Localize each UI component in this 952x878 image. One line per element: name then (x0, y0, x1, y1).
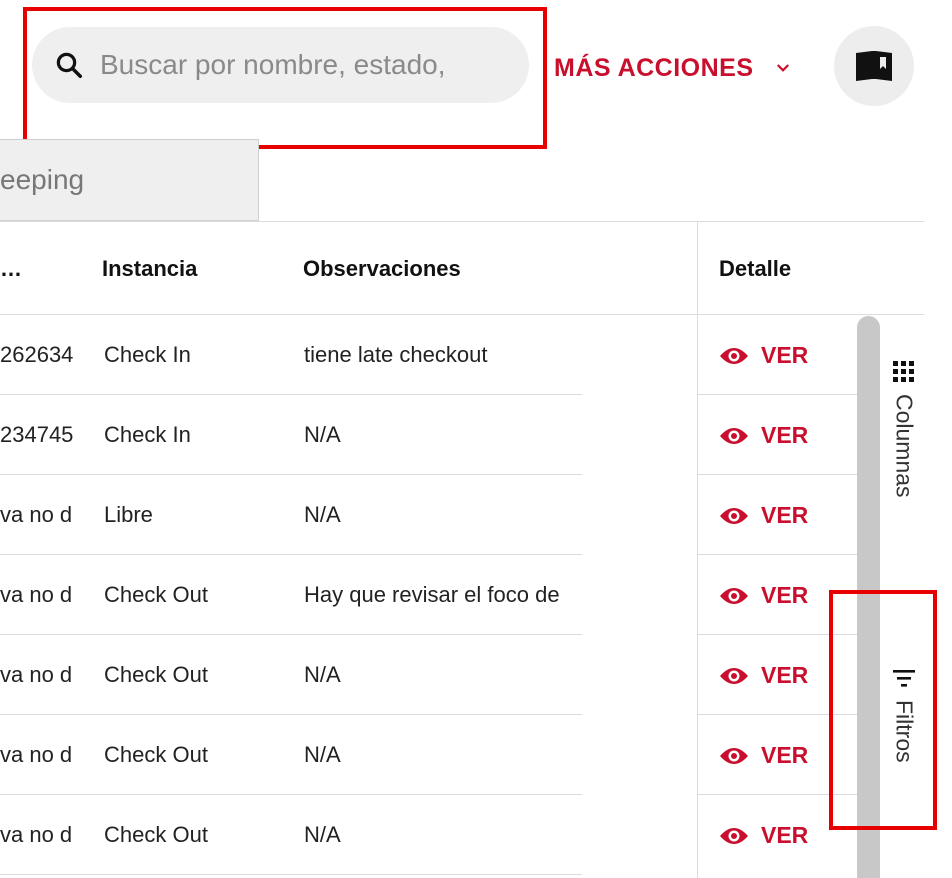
cell-instancia: Check Out (104, 662, 208, 687)
cell-col1: 234745 (0, 422, 74, 447)
row-divider (0, 634, 582, 635)
row-divider (0, 554, 582, 555)
view-detail-label: VER (761, 822, 809, 848)
row-divider (0, 714, 582, 715)
row-divider (697, 554, 857, 555)
cell-instancia: Check In (104, 342, 191, 367)
cell-instancia: Check Out (104, 822, 208, 847)
view-detail-label: VER (761, 662, 809, 688)
search-icon (56, 52, 82, 78)
row-divider (697, 714, 857, 715)
row-divider (0, 874, 582, 875)
cell-observaciones: tiene late checkout (304, 342, 488, 367)
eye-icon (720, 427, 748, 444)
row-divider (0, 394, 582, 395)
book-icon (856, 51, 892, 81)
cell-col1: va no d (0, 822, 73, 847)
row-divider (697, 394, 857, 395)
eye-icon (720, 747, 748, 764)
view-detail-button[interactable]: VER (719, 662, 808, 689)
view-detail-button[interactable]: VER (719, 342, 808, 369)
cell-observaciones: N/A (304, 502, 341, 527)
eye-icon (720, 827, 748, 844)
cell-col1: 262634 (0, 342, 74, 367)
search-input[interactable] (100, 49, 480, 81)
more-actions-label: MÁS ACCIONES (554, 53, 754, 82)
filters-label: Filtros (891, 700, 918, 763)
cell-col1: va no d (0, 742, 73, 767)
cell-col1: va no d (0, 502, 73, 527)
columns-panel-button[interactable]: Columnas (888, 360, 920, 498)
tab-housekeeping[interactable]: keeping (0, 139, 259, 221)
cell-instancia: Check Out (104, 582, 208, 607)
cell-observaciones: N/A (304, 662, 341, 687)
docs-button[interactable] (834, 26, 914, 106)
filters-panel-button[interactable]: Filtros (888, 668, 920, 763)
view-detail-button[interactable]: VER (719, 422, 808, 449)
cell-observaciones: N/A (304, 822, 341, 847)
view-detail-label: VER (761, 342, 809, 368)
tab-label: keeping (0, 164, 85, 195)
cell-observaciones: Hay que revisar el foco de (304, 582, 560, 607)
cell-observaciones: N/A (304, 742, 341, 767)
row-divider (697, 634, 857, 635)
cell-instancia: Libre (104, 502, 153, 527)
vertical-scrollbar[interactable] (857, 316, 880, 878)
view-detail-button[interactable]: VER (719, 742, 808, 769)
view-detail-label: VER (761, 422, 809, 448)
eye-icon (720, 507, 748, 524)
eye-icon (720, 667, 748, 684)
view-detail-button[interactable]: VER (719, 822, 808, 849)
columns-label: Columnas (891, 394, 918, 498)
row-divider (697, 474, 857, 475)
pinned-column-divider (697, 222, 698, 878)
filter-icon (893, 670, 915, 687)
view-detail-label: VER (761, 582, 809, 608)
chevron-down-icon (776, 64, 789, 72)
cell-instancia: Check In (104, 422, 191, 447)
tab-divider (0, 221, 924, 222)
row-divider (0, 794, 582, 795)
row-divider (0, 474, 582, 475)
view-detail-button[interactable]: VER (719, 502, 808, 529)
cell-col1: va no d (0, 662, 73, 687)
view-detail-button[interactable]: VER (719, 582, 808, 609)
column-header-observaciones[interactable]: Observaciones (303, 256, 461, 282)
column-header-instancia[interactable]: Instancia (102, 256, 197, 282)
view-detail-label: VER (761, 742, 809, 768)
search-bar[interactable] (32, 27, 529, 103)
cell-observaciones: N/A (304, 422, 341, 447)
column-header-col1[interactable]: … (0, 256, 22, 282)
more-actions-button[interactable]: MÁS ACCIONES (554, 48, 792, 88)
view-detail-label: VER (761, 502, 809, 528)
header-divider (0, 314, 924, 315)
column-header-detalle[interactable]: Detalle (719, 256, 791, 282)
cell-col1: va no d (0, 582, 73, 607)
row-divider (697, 794, 857, 795)
eye-icon (720, 347, 748, 364)
grid-icon (893, 361, 914, 382)
cell-instancia: Check Out (104, 742, 208, 767)
eye-icon (720, 587, 748, 604)
